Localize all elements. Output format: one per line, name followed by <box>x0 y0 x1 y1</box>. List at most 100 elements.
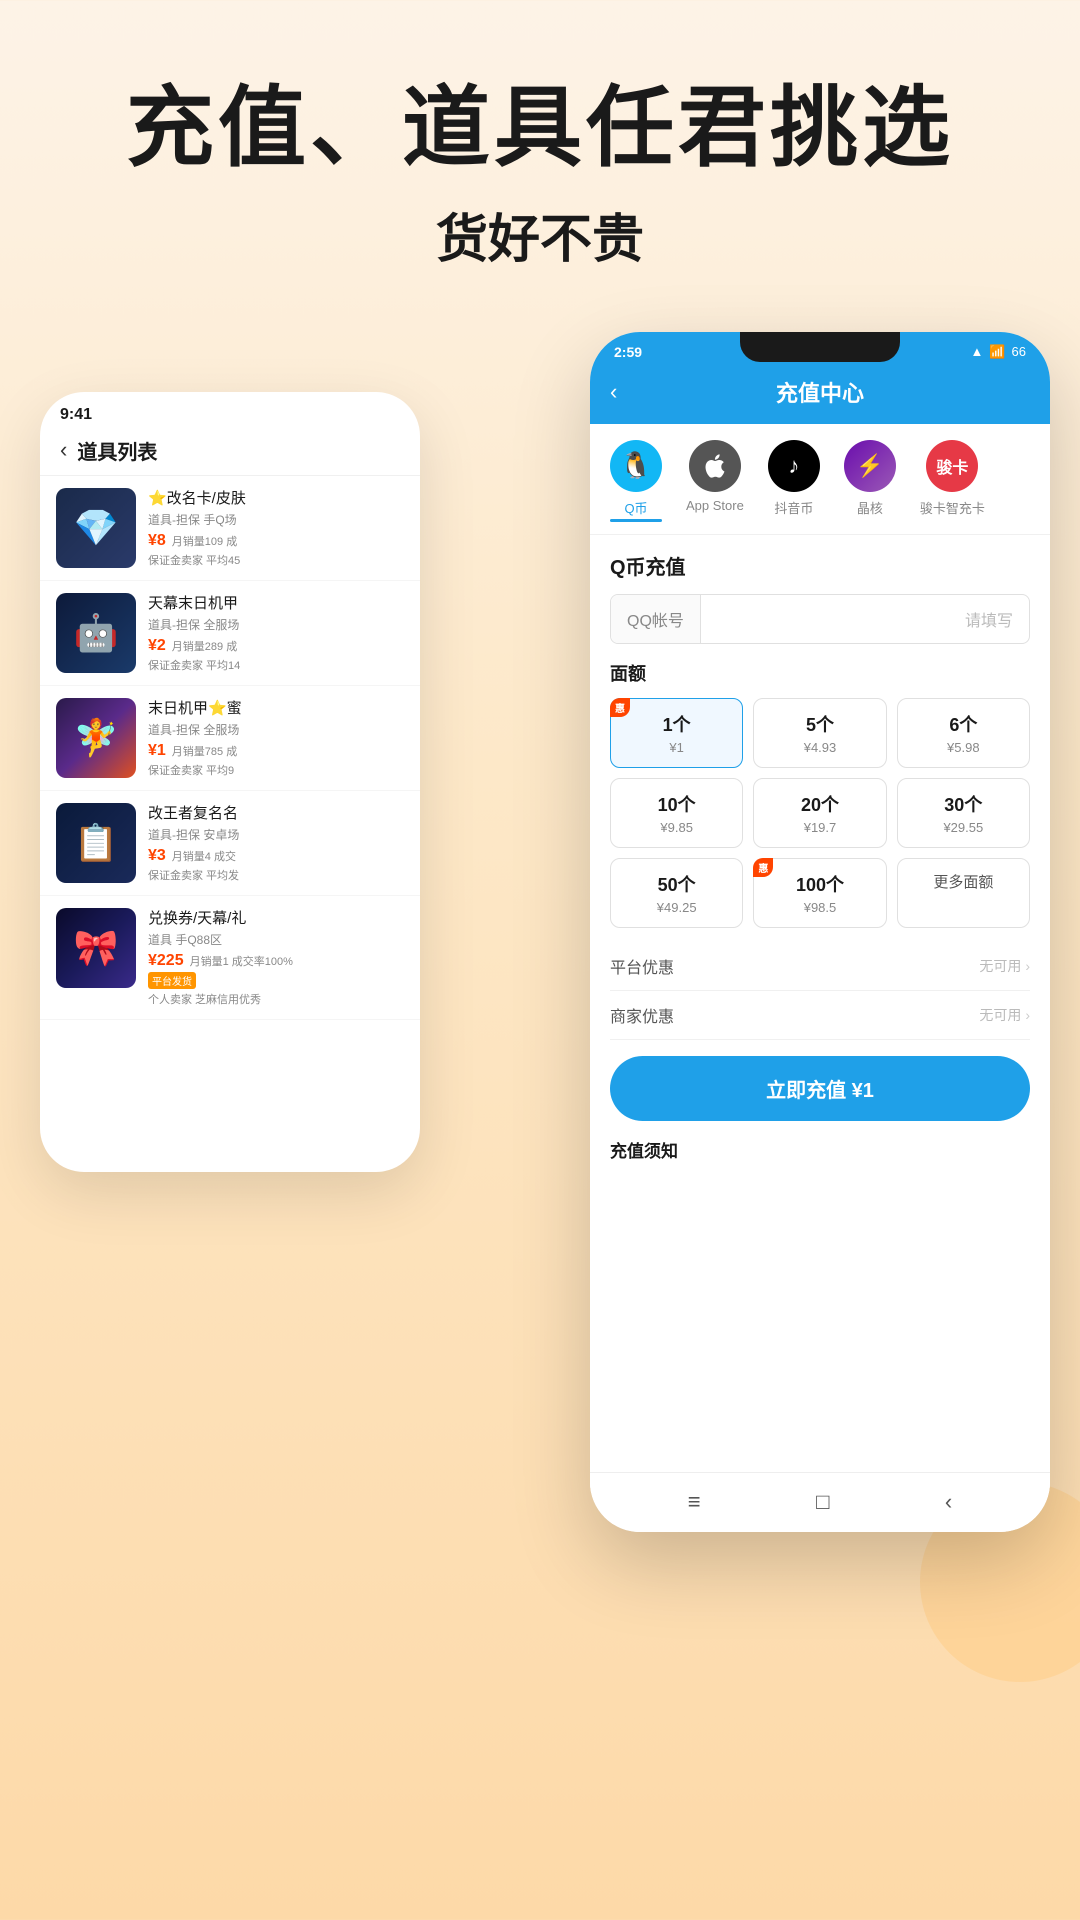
item-sales: 月销量109 成 <box>172 533 237 549</box>
more-amounts-button[interactable]: 更多面额 <box>897 858 1030 928</box>
amount-price: ¥98.5 <box>762 900 877 915</box>
back-chevron-icon[interactable]: ‹ <box>60 437 67 463</box>
item-sales: 月销量4 成交 <box>172 848 236 864</box>
item-emoji: 💎 <box>56 488 136 568</box>
item-sub-guarantee: 个人卖家 芝麻信用优秀 <box>148 991 404 1007</box>
amount-card-5个[interactable]: 5个 ¥4.93 <box>753 698 886 768</box>
list-item[interactable]: 📋 改王者复名名 道具-担保 安卓场 ¥3 月销量4 成交 保证金卖家 平均发 <box>40 791 420 896</box>
account-input[interactable]: 请填写 <box>701 595 1029 643</box>
tab-crystal-label: 晶核 <box>857 498 883 517</box>
amount-card-1个[interactable]: 惠 1个 ¥1 <box>610 698 743 768</box>
phones-container: 9:41 ‹ 道具列表 💎 ⭐改名卡/皮肤 道具-担保 手Q场 ¥8 月销量10… <box>0 332 1080 1782</box>
tab-qbi-label: Q币 <box>624 498 647 517</box>
item-emoji: 🎀 <box>56 908 136 988</box>
list-item[interactable]: 🎀 兑换券/天幕/礼 道具 手Q88区 ¥225 月销量1 成交率100% 平台… <box>40 896 420 1020</box>
amount-card-100个[interactable]: 惠 100个 ¥98.5 <box>753 858 886 928</box>
amount-count: 5个 <box>762 711 877 737</box>
list-item[interactable]: 🤖 天幕末日机甲 道具-担保 全服场 ¥2 月销量289 成 保证金卖家 平均1… <box>40 581 420 686</box>
amount-price: ¥49.25 <box>619 900 734 915</box>
account-label: QQ帐号 <box>611 595 701 643</box>
chevron-right-icon-2: › <box>1025 1007 1030 1023</box>
item-name: 天幕末日机甲 <box>148 593 404 614</box>
amount-count: 30个 <box>906 791 1021 817</box>
item-image: 📋 <box>56 803 136 883</box>
item-price: ¥1 <box>148 742 166 760</box>
recharge-button[interactable]: 立即充值 ¥1 <box>610 1056 1030 1121</box>
header-subtitle: 货好不贵 <box>60 197 1020 272</box>
item-guarantee: 保证金卖家 平均14 <box>148 657 404 673</box>
recharge-title: Q币充值 <box>610 551 1030 580</box>
item-guarantee: 保证金卖家 平均9 <box>148 762 404 778</box>
item-sales: 月销量785 成 <box>172 743 237 759</box>
item-emoji: 🧚 <box>56 698 136 778</box>
amount-label: 面额 <box>610 660 1030 686</box>
item-name: 改王者复名名 <box>148 803 404 824</box>
item-guarantee: 保证金卖家 平均发 <box>148 867 404 883</box>
back-button[interactable]: ‹ <box>610 379 617 405</box>
nav-home-icon[interactable]: □ <box>816 1489 829 1515</box>
chevron-right-icon: › <box>1025 958 1030 974</box>
item-price: ¥225 <box>148 952 184 970</box>
item-price: ¥8 <box>148 532 166 550</box>
tab-qbi[interactable]: 🐧 Q币 <box>600 440 672 534</box>
tab-tiktok[interactable]: ♪ 抖音币 <box>758 440 830 534</box>
amount-count: 6个 <box>906 711 1021 737</box>
item-tag: 道具 手Q88区 <box>148 931 404 948</box>
item-sales: 月销量289 成 <box>172 638 237 654</box>
item-list: 💎 ⭐改名卡/皮肤 道具-担保 手Q场 ¥8 月销量109 成 保证金卖家 平均… <box>40 476 420 1020</box>
item-image: 💎 <box>56 488 136 568</box>
nav-back-icon[interactable]: ‹ <box>945 1489 952 1515</box>
item-name: ⭐改名卡/皮肤 <box>148 488 404 509</box>
amount-card-10个[interactable]: 10个 ¥9.85 <box>610 778 743 848</box>
tab-crystal[interactable]: ⚡ 晶核 <box>834 440 906 534</box>
platform-discount-value: 无可用 › <box>979 956 1030 976</box>
tab-bar: 🐧 Q币 App Store ♪ <box>590 424 1050 535</box>
amount-card-6个[interactable]: 6个 ¥5.98 <box>897 698 1030 768</box>
item-name: 末日机甲⭐蜜 <box>148 698 404 719</box>
back-phone: 9:41 ‹ 道具列表 💎 ⭐改名卡/皮肤 道具-担保 手Q场 ¥8 月销量10… <box>40 392 420 1172</box>
amount-count: 20个 <box>762 791 877 817</box>
amount-card-50个[interactable]: 50个 ¥49.25 <box>610 858 743 928</box>
tab-appstore-label: App Store <box>686 498 744 513</box>
front-header: ‹ 充值中心 <box>590 366 1050 424</box>
amount-count: 50个 <box>619 871 734 897</box>
status-icons: ▲ 📶 66 <box>970 344 1026 360</box>
amount-price: ¥29.55 <box>906 820 1021 835</box>
front-phone: 2:59 ▲ 📶 66 ‹ 充值中心 🐧 Q币 <box>590 332 1050 1532</box>
front-header-title: 充值中心 <box>776 376 864 408</box>
amount-card-30个[interactable]: 30个 ¥29.55 <box>897 778 1030 848</box>
amount-count: 1个 <box>619 711 734 737</box>
merchant-discount-value: 无可用 › <box>979 1005 1030 1025</box>
tab-appstore[interactable]: App Store <box>676 440 754 534</box>
tiktok-icon: ♪ <box>768 440 820 492</box>
item-price-row: ¥8 月销量109 成 <box>148 532 404 550</box>
item-image: 🧚 <box>56 698 136 778</box>
item-price-row: ¥3 月销量4 成交 <box>148 847 404 865</box>
back-phone-title: 道具列表 <box>77 436 157 465</box>
item-tag: 道具-担保 手Q场 <box>148 511 404 528</box>
merchant-discount-row[interactable]: 商家优惠 无可用 › <box>610 991 1030 1040</box>
list-item[interactable]: 🧚 末日机甲⭐蜜 道具-担保 全服场 ¥1 月销量785 成 保证金卖家 平均9 <box>40 686 420 791</box>
amount-price: ¥4.93 <box>762 740 877 755</box>
amount-card-20个[interactable]: 20个 ¥19.7 <box>753 778 886 848</box>
bottom-nav: ≡ □ ‹ <box>590 1472 1050 1532</box>
tab-junka[interactable]: 骏卡 骏卡智充卡 <box>910 440 995 534</box>
item-info: 末日机甲⭐蜜 道具-担保 全服场 ¥1 月销量785 成 保证金卖家 平均9 <box>148 698 404 778</box>
platform-badge: 平台发货 <box>148 972 196 989</box>
tab-underline <box>610 519 662 522</box>
nav-menu-icon[interactable]: ≡ <box>688 1489 701 1515</box>
list-item[interactable]: 💎 ⭐改名卡/皮肤 道具-担保 手Q场 ¥8 月销量109 成 保证金卖家 平均… <box>40 476 420 581</box>
tab-tiktok-label: 抖音币 <box>774 498 813 517</box>
item-name: 兑换券/天幕/礼 <box>148 908 404 929</box>
platform-discount-row[interactable]: 平台优惠 无可用 › <box>610 942 1030 991</box>
item-emoji: 🤖 <box>56 593 136 673</box>
status-time: 2:59 <box>614 344 642 360</box>
merchant-discount-label: 商家优惠 <box>610 1003 674 1027</box>
item-tag: 道具-担保 全服场 <box>148 616 404 633</box>
back-phone-header: ‹ 道具列表 <box>40 430 420 476</box>
item-sales: 月销量1 成交率100% <box>190 953 293 969</box>
notice-title: 充值须知 <box>610 1137 1030 1162</box>
item-guarantee: 保证金卖家 平均45 <box>148 552 404 568</box>
item-price: ¥2 <box>148 637 166 655</box>
signal-icon: ▲ <box>970 344 983 359</box>
